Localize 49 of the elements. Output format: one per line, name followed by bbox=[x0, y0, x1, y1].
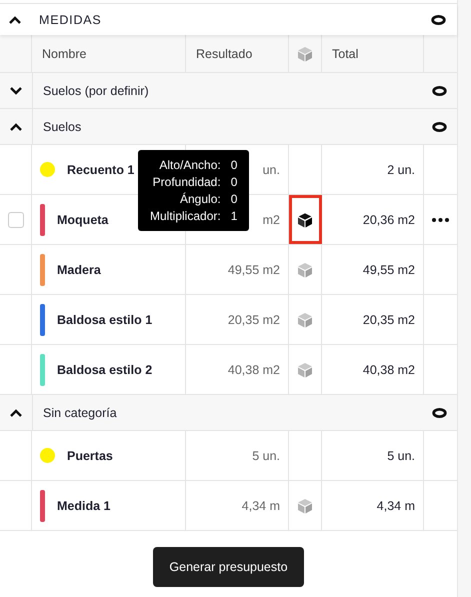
eye-icon[interactable] bbox=[432, 408, 447, 418]
item-name: Moqueta bbox=[57, 212, 108, 226]
chevron-up-icon[interactable] bbox=[10, 122, 22, 130]
chevron-down-icon[interactable] bbox=[10, 86, 22, 94]
generate-button[interactable]: Generar presupuesto bbox=[153, 547, 304, 587]
total-value: 20,35 m2 bbox=[362, 312, 415, 326]
item-name: Medida 1 bbox=[57, 498, 110, 512]
total-value: 2 un. bbox=[387, 162, 415, 176]
chevron-up-icon[interactable] bbox=[10, 408, 22, 416]
total-value: 49,55 m2 bbox=[362, 262, 415, 276]
eye-icon[interactable] bbox=[431, 14, 446, 24]
item-name: Baldosa estilo 1 bbox=[57, 312, 152, 326]
total-value: 5 un. bbox=[387, 448, 415, 462]
tooltip-label: Alto/Ancho: bbox=[158, 158, 221, 172]
result-value: 4,34 m bbox=[242, 498, 280, 512]
result-value: 5 un. bbox=[252, 448, 280, 462]
item-name: Recuento 1 bbox=[67, 162, 134, 176]
eye-icon[interactable] bbox=[432, 122, 447, 132]
group-title: Suelos bbox=[42, 120, 82, 134]
scrollbar-track[interactable] bbox=[457, 0, 471, 597]
item-name: Puertas bbox=[67, 448, 113, 462]
result-value: 40,38 m2 bbox=[228, 362, 280, 376]
total-value: 40,38 m2 bbox=[362, 362, 415, 376]
tooltip-value: 0 bbox=[230, 158, 238, 172]
group-title: Suelos (por definir) bbox=[42, 84, 150, 98]
column-header: Nombre bbox=[42, 46, 86, 60]
item-name: Baldosa estilo 2 bbox=[57, 362, 152, 376]
group-title: Sin categoría bbox=[42, 406, 118, 420]
eye-icon[interactable] bbox=[432, 86, 447, 96]
total-value: 4,34 m bbox=[376, 498, 415, 512]
result-value: 49,55 m2 bbox=[228, 262, 280, 276]
total-value: 20,36 m2 bbox=[362, 212, 415, 226]
chevron-up-icon[interactable] bbox=[9, 16, 21, 24]
result-value: 20,35 m2 bbox=[228, 312, 280, 326]
result-value: un. bbox=[262, 162, 280, 176]
item-name: Madera bbox=[57, 262, 101, 276]
result-value: m2 bbox=[262, 212, 280, 226]
section-title: MEDIDAS bbox=[39, 12, 103, 26]
tooltip-value: 1 bbox=[230, 209, 238, 223]
tooltip-value: 0 bbox=[230, 192, 238, 206]
tooltip-label: Profundidad: bbox=[152, 175, 221, 189]
more-icon[interactable] bbox=[432, 218, 449, 222]
tooltip-value: 0 bbox=[230, 175, 238, 189]
cube-icon[interactable] bbox=[297, 212, 313, 228]
tooltip-label: Multiplicador: bbox=[150, 209, 221, 223]
tooltip-label: Ángulo: bbox=[179, 192, 221, 206]
column-header: Total bbox=[332, 46, 358, 60]
checkbox[interactable] bbox=[8, 212, 24, 228]
column-header: Resultado bbox=[196, 46, 252, 60]
